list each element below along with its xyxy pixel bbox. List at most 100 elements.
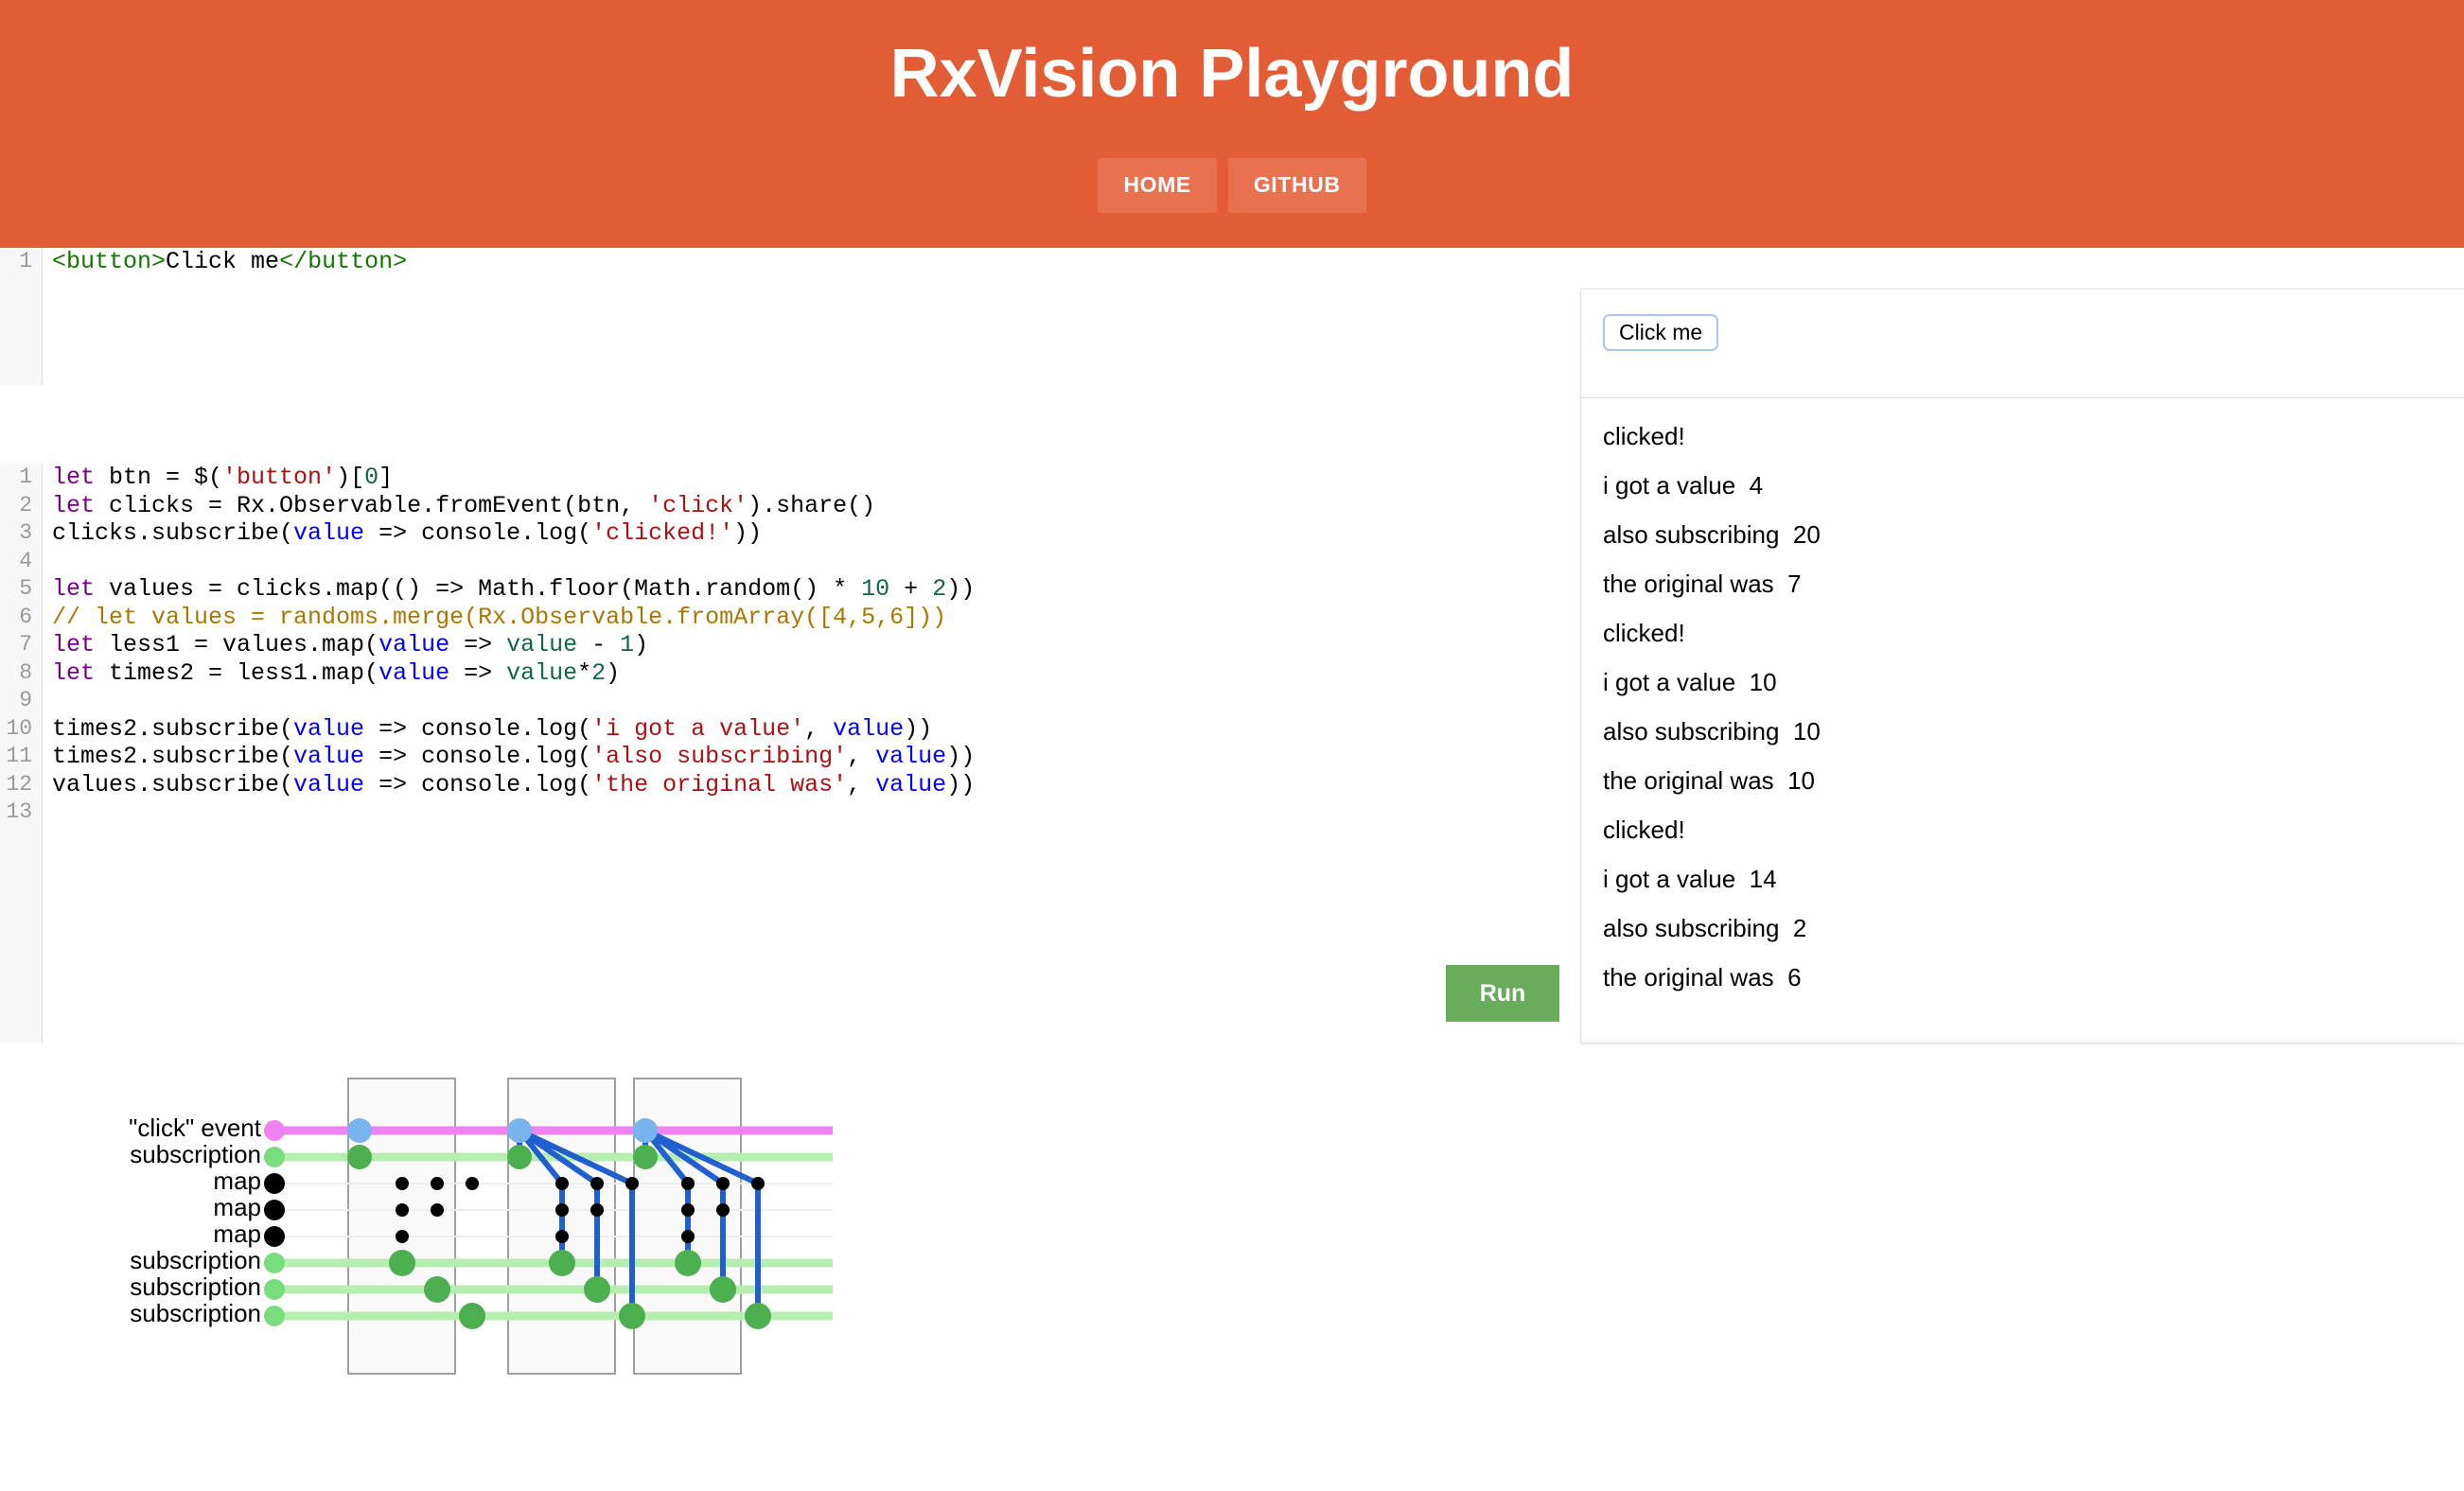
line-number: 7 [19,632,32,657]
code-token: 0 [364,464,379,491]
code-line-text: let times2 = less1.map(value => value*2) [52,659,620,688]
marble-map [681,1203,695,1217]
marble-event [633,1118,658,1143]
line-number: 6 [19,604,32,629]
code-token: => console.log( [364,519,592,547]
code-token: 'the original was' [591,770,848,798]
code-line: 11 times2.subscribe(value => console.log(… [0,743,1571,771]
code-token: )) [733,519,763,547]
marble-row-start-dot [264,1226,285,1247]
console-line: also subscribing 10 [1603,717,1821,746]
marble-result [584,1276,610,1303]
code-line: 3 clicks.subscribe(value => console.log('… [0,519,1571,548]
code-line: 6 // let values = randoms.merge(Rx.Observ… [0,604,1571,632]
code-token: value [506,631,578,658]
html-editor-content[interactable]: 1 <button>Click me</button> [0,248,1571,276]
line-number: 13 [6,799,32,824]
code-line-text: let clicks = Rx.Observable.fromEvent(btn… [52,492,875,520]
nav-home-button[interactable]: HOME [1098,158,1217,213]
code-token: ).share() [748,491,876,519]
code-token: , [847,743,876,770]
line-number: 4 [19,548,32,573]
code-line-text: let btn = $('button')[0] [52,464,393,492]
html-code-editor[interactable]: 1 <button>Click me</button> [0,248,1571,385]
marble-subscription [633,1145,658,1169]
line-number: 12 [6,771,32,797]
code-token: , [804,714,834,743]
code-token: value [875,770,947,798]
code-line-text: <button>Click me</button> [52,248,407,276]
line-number: 1 [19,465,32,489]
code-token: - [577,631,621,658]
code-token: ] [378,464,394,491]
code-token: => console.log( [364,743,592,770]
marble-map [625,1177,639,1190]
click-me-button[interactable]: Click me [1603,314,1719,352]
code-token: 'clicked!' [591,519,734,547]
code-token: value [833,714,905,743]
marble-map [590,1177,604,1190]
code-line-text: values.subscribe(value => console.log('t… [52,771,975,799]
code-line-text: times2.subscribe(value => console.log('a… [52,743,975,771]
marble-row-label: map [213,1166,261,1195]
code-line: 4 [0,548,1571,576]
code-token: 'click' [648,491,748,519]
marble-map [716,1203,730,1217]
marble-result [619,1303,645,1329]
javascript-code-editor[interactable]: 1 let btn = $('button')[0] 2 let clicks = R… [0,464,1571,1043]
marble-result [389,1250,415,1276]
code-line: 1 let btn = $('button')[0] [0,464,1571,492]
code-token: ) [634,631,649,658]
code-token: + [889,575,933,603]
code-token: let [52,575,96,603]
line-number: 2 [19,492,32,517]
marble-map [590,1203,604,1217]
code-line: 13 [0,798,1571,827]
marble-map [431,1177,444,1190]
console-line: the original was 6 [1603,963,1802,991]
run-button[interactable]: Run [1446,965,1559,1022]
nav-github-button[interactable]: GITHUB [1227,158,1366,213]
marble-row-label: map [213,1219,261,1248]
marble-map [555,1230,569,1243]
code-token: Click me [166,248,280,275]
marble-row-start-dot [264,1173,285,1194]
line-number: 3 [19,520,32,545]
marble-row-label: map [213,1193,261,1221]
code-token: )) [946,743,976,770]
code-token: btn = $( [95,464,223,491]
code-token: )) [946,575,976,603]
code-line: 8 let times2 = less1.map(value => value*2… [0,659,1571,688]
marble-row-label: subscription [130,1140,261,1168]
code-token: clicks = Rx.Observable.fromEvent(btn, [95,491,649,519]
code-token: let [52,491,96,519]
code-line: 12 values.subscribe(value => console.log(… [0,771,1571,799]
code-token: // let values = randoms.merge(Rx.Observa… [52,603,947,631]
line-number: 11 [6,744,32,768]
console-line: the original was 10 [1603,766,1816,795]
marble-row-start-dot [264,1147,285,1167]
marble-diagram-svg: "click" eventsubscriptionmapmapmapsubscr… [129,1078,833,1375]
code-token: 'button' [222,464,337,491]
line-number: 8 [19,659,32,685]
code-token: times2 = less1.map( [95,658,379,687]
console-line: the original was 7 [1603,570,1802,598]
marble-row-start-dot [264,1253,285,1273]
line-number: 1 [19,249,32,273]
line-number: 9 [19,688,32,712]
marble-subscription [347,1145,372,1169]
marble-map [431,1203,444,1217]
console-line: i got a value 14 [1603,865,1777,893]
marble-result [549,1250,575,1276]
code-token: times2.subscribe( [52,714,294,743]
marble-row-label: subscription [130,1299,261,1327]
js-editor-content[interactable]: 1 let btn = $('button')[0] 2 let clicks = R… [0,464,1571,827]
code-token: 1 [620,631,635,658]
line-number: 5 [19,576,32,601]
marble-row-start-dot [264,1279,285,1300]
code-line: 7 let less1 = values.map(value => value -… [0,631,1571,659]
console-output-list: clicked! i got a value 4 also subscribing … [1581,398,2464,1002]
marble-map [681,1230,695,1243]
marble-row-label: subscription [130,1246,261,1274]
marble-row-start-dot [264,1200,285,1220]
